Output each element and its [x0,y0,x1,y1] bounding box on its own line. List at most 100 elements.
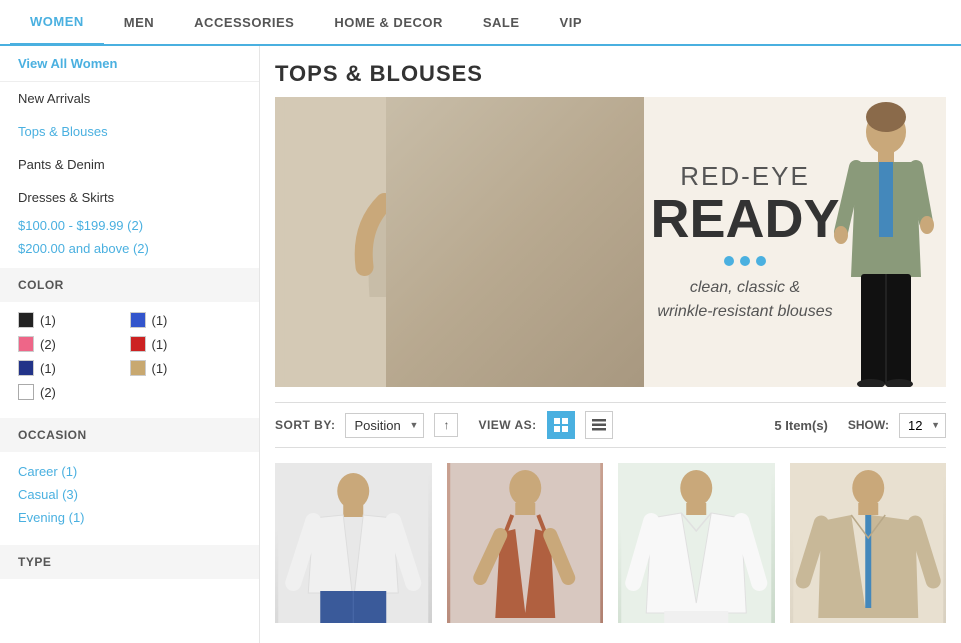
product-card-2[interactable] [447,463,604,623]
banner-subtitle: RED-EYE [651,161,840,192]
color-swatch-navy [18,360,34,376]
nav-item-men[interactable]: MEN [104,1,174,44]
color-count-tan: (1) [152,361,168,376]
view-grid-button[interactable] [547,411,575,439]
show-select[interactable]: 12 24 36 [899,413,946,438]
color-count-navy: (1) [40,361,56,376]
sidebar: View All Women New Arrivals Tops & Blous… [0,46,260,643]
nav-item-women[interactable]: WOMEN [10,0,104,46]
occasion-count-evening: (1) [69,510,85,525]
product-card-3[interactable] [618,463,775,623]
occasion-section-title: OCCASION [0,418,259,452]
price-range-2-label: $200.00 and above [18,241,129,256]
product-2-svg [447,463,604,623]
banner-figure-svg [275,97,644,387]
view-as-label: VIEW AS: [478,418,536,432]
color-swatch-tan [130,360,146,376]
banner-dot-1 [724,256,734,266]
occasion-item-career: Career (1) [18,460,241,483]
product-image-2 [447,463,604,623]
toolbar: SORT BY: Position Name Price ↑ VIEW AS: [275,402,946,448]
occasion-link-casual[interactable]: Casual (3) [18,487,78,502]
color-item-pink[interactable]: (2) [18,336,130,352]
price-range-1-link[interactable]: $100.00 - $199.99 (2) [18,218,143,233]
color-item-black[interactable]: (1) [18,312,130,328]
color-swatch-white [18,384,34,400]
price-filter-2: $200.00 and above (2) [0,237,259,260]
show-label: SHOW: [848,418,889,432]
price-range-2-link[interactable]: $200.00 and above (2) [18,241,149,256]
top-nav: WOMEN MEN ACCESSORIES HOME & DECOR SALE … [0,0,961,46]
color-swatch-red [130,336,146,352]
price-range-1-label: $100.00 - $199.99 [18,218,124,233]
sidebar-item-pants-denim[interactable]: Pants & Denim [0,148,259,181]
occasion-label-evening: Evening [18,510,65,525]
sort-by-label: SORT BY: [275,418,335,432]
product-3-svg [618,463,775,623]
occasion-list: Career (1) Casual (3) Evening (1) [0,452,259,537]
product-4-svg [790,463,947,623]
sidebar-view-all[interactable]: View All Women [0,46,259,82]
view-list-button[interactable] [585,411,613,439]
occasion-link-evening[interactable]: Evening (1) [18,510,85,525]
product-card-4[interactable] [790,463,947,623]
banner-figure-right-svg [831,102,941,387]
color-grid: (1) (1) (2) (1) (1) (1) [0,302,259,410]
sidebar-item-dresses-skirts[interactable]: Dresses & Skirts [0,181,259,214]
product-image-3 [618,463,775,623]
banner: RED-EYE READY clean, classic &wrinkle-re… [275,97,946,387]
color-swatch-blue [130,312,146,328]
nav-item-home-decor[interactable]: HOME & DECOR [314,1,463,44]
occasion-count-career: (1) [61,464,77,479]
content-area: TOPS & BLOUSES [260,46,961,643]
color-count-blue: (1) [152,313,168,328]
sort-select[interactable]: Position Name Price [345,413,424,438]
product-grid [275,463,946,623]
color-swatch-black [18,312,34,328]
occasion-label-casual: Casual [18,487,58,502]
color-item-blue[interactable]: (1) [130,312,242,328]
sort-direction-button[interactable]: ↑ [434,413,458,437]
color-item-white[interactable]: (2) [18,384,130,400]
product-image-4 [790,463,947,623]
sidebar-item-tops-blouses[interactable]: Tops & Blouses [0,115,259,148]
occasion-label-career: Career [18,464,58,479]
color-item-red[interactable]: (1) [130,336,242,352]
price-range-1-count: (2) [127,218,143,233]
banner-dot-3 [756,256,766,266]
banner-text: RED-EYE READY clean, classic &wrinkle-re… [644,97,946,387]
banner-image-left [275,97,644,387]
sort-select-wrapper: Position Name Price [345,413,424,438]
banner-dot-2 [740,256,750,266]
price-range-2-count: (2) [133,241,149,256]
product-image-1 [275,463,432,623]
items-count: 5 Item(s) [774,418,827,433]
price-filter-1: $100.00 - $199.99 (2) [0,214,259,237]
occasion-item-casual: Casual (3) [18,483,241,506]
nav-item-accessories[interactable]: ACCESSORIES [174,1,314,44]
color-item-tan[interactable]: (1) [130,360,242,376]
banner-dots [651,256,840,266]
occasion-link-career[interactable]: Career (1) [18,464,77,479]
color-section-title: COLOR [0,268,259,302]
color-count-white: (2) [40,385,56,400]
product-1-svg [275,463,432,623]
banner-title: READY [651,192,840,246]
occasion-item-evening: Evening (1) [18,506,241,529]
list-icon [592,418,606,432]
type-section-title: TYPE [0,545,259,579]
color-count-pink: (2) [40,337,56,352]
page-title: TOPS & BLOUSES [275,46,946,97]
product-card-1[interactable] [275,463,432,623]
color-count-black: (1) [40,313,56,328]
color-item-navy[interactable]: (1) [18,360,130,376]
color-count-red: (1) [152,337,168,352]
nav-item-sale[interactable]: SALE [463,1,540,44]
sidebar-item-new-arrivals[interactable]: New Arrivals [0,82,259,115]
color-swatch-pink [18,336,34,352]
nav-item-vip[interactable]: VIP [540,1,602,44]
show-select-wrapper: 12 24 36 [899,413,946,438]
banner-description: clean, classic &wrinkle-resistant blouse… [651,276,840,324]
grid-icon [554,418,568,432]
main-layout: View All Women New Arrivals Tops & Blous… [0,46,961,643]
